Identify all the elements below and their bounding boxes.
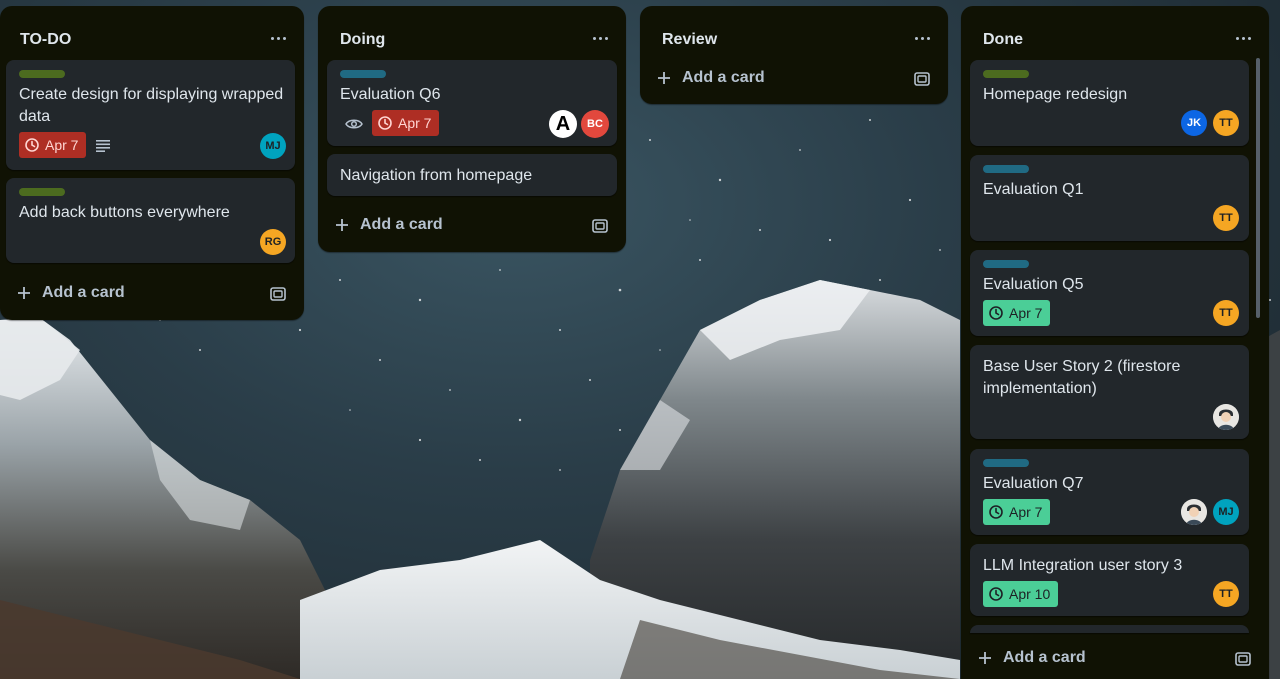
avatar[interactable]: TT: [1213, 300, 1239, 326]
card-title: Navigation from homepage: [340, 167, 533, 184]
avatar[interactable]: MJ: [260, 133, 286, 159]
clock-icon: [989, 587, 1003, 601]
due-date-text: Apr 7: [1009, 305, 1043, 321]
due-date-badge[interactable]: Apr 7: [983, 499, 1051, 525]
card-title: Add back buttons everywhere: [19, 204, 230, 221]
avatar-photo[interactable]: [1181, 499, 1207, 525]
label-blue[interactable]: [983, 260, 1029, 268]
plus-icon: [336, 219, 348, 231]
plus-icon: [658, 72, 670, 84]
card-create-design[interactable]: Create design for displaying wrapped dat…: [6, 60, 295, 170]
due-date-badge[interactable]: Apr 7: [19, 132, 87, 158]
add-card-button[interactable]: Add a card: [8, 278, 296, 310]
label-green[interactable]: [19, 70, 65, 78]
due-date-badge[interactable]: Apr 10: [983, 581, 1059, 607]
card-title: Base User Story 2 (firestore implementat…: [983, 358, 1181, 397]
label-green[interactable]: [19, 188, 65, 196]
label-blue[interactable]: [983, 459, 1029, 467]
add-card-button[interactable]: Add a card: [326, 210, 618, 242]
avatar[interactable]: RG: [260, 229, 286, 255]
list-title[interactable]: TO-DO: [20, 31, 71, 49]
add-card-button[interactable]: Add a card: [648, 63, 940, 95]
avatar[interactable]: BC: [581, 110, 609, 138]
list-todo: TO-DO Create design for displaying wrapp…: [0, 6, 304, 320]
label-blue[interactable]: [340, 70, 386, 78]
card-evaluation-q6[interactable]: Evaluation Q6 Apr 7 A BC: [327, 60, 617, 146]
card-evaluation-q5[interactable]: Evaluation Q5 Apr 7 TT: [970, 250, 1249, 336]
description-icon: [96, 140, 110, 152]
card-title: Evaluation Q1: [983, 181, 1084, 198]
more-icon[interactable]: [908, 26, 936, 50]
card-homepage-redesign[interactable]: Homepage redesign JK TT: [970, 60, 1249, 146]
avatar[interactable]: TT: [1213, 110, 1239, 136]
list-header: Review: [640, 6, 948, 66]
due-date-text: Apr 10: [1009, 586, 1051, 602]
list-title[interactable]: Doing: [340, 31, 385, 49]
template-icon[interactable]: [592, 219, 608, 233]
eye-icon: [345, 119, 363, 129]
avatar[interactable]: JK: [1181, 110, 1207, 136]
card-base-user-story-2[interactable]: Base User Story 2 (firestore implementat…: [970, 345, 1249, 439]
add-card-label: Add a card: [682, 69, 765, 86]
clock-icon: [989, 306, 1003, 320]
more-icon[interactable]: [264, 26, 292, 50]
clock-icon: [378, 116, 392, 130]
card-evaluation-q1[interactable]: Evaluation Q1 TT: [970, 155, 1249, 241]
due-date-text: Apr 7: [398, 115, 432, 131]
avatar[interactable]: TT: [1213, 205, 1239, 231]
card-navigation-homepage[interactable]: Navigation from homepage: [327, 154, 617, 196]
card-title: Homepage redesign: [983, 86, 1128, 103]
avatar-photo[interactable]: [1213, 404, 1239, 430]
more-icon[interactable]: [586, 26, 614, 50]
avatar[interactable]: A: [549, 110, 577, 138]
add-card-label: Add a card: [1003, 649, 1086, 666]
more-icon[interactable]: [1229, 26, 1257, 50]
list-doing: Doing Evaluation Q6 Apr 7 A BC Navigatio…: [318, 6, 626, 252]
due-date-text: Apr 7: [1009, 504, 1043, 520]
card-add-back-buttons[interactable]: Add back buttons everywhere RG: [6, 178, 295, 263]
template-icon[interactable]: [1235, 652, 1251, 666]
add-card-button[interactable]: Add a card: [969, 643, 1261, 675]
card-title: Evaluation Q7: [983, 475, 1084, 492]
list-header: Doing: [318, 6, 626, 66]
avatar[interactable]: MJ: [1213, 499, 1239, 525]
label-green[interactable]: [983, 70, 1029, 78]
card-title: Evaluation Q5: [983, 276, 1084, 293]
card-title: LLM Integration user story 3: [983, 557, 1183, 574]
clock-icon: [989, 505, 1003, 519]
due-date-badge[interactable]: Apr 7: [372, 110, 440, 136]
list-header: Done: [961, 6, 1269, 66]
list-header: TO-DO: [0, 6, 304, 66]
scrollbar[interactable]: [1256, 58, 1260, 318]
due-date-badge[interactable]: Apr 7: [983, 300, 1051, 326]
plus-icon: [18, 287, 30, 299]
add-card-label: Add a card: [42, 284, 125, 301]
due-date-text: Apr 7: [45, 137, 79, 153]
card-title: Create design for displaying wrapped dat…: [19, 86, 284, 125]
list-title[interactable]: Done: [983, 31, 1023, 49]
template-icon[interactable]: [914, 72, 930, 86]
list-done: Done Homepage redesign JK TT Evaluation …: [961, 6, 1269, 679]
label-blue[interactable]: [983, 165, 1029, 173]
add-card-label: Add a card: [360, 216, 443, 233]
board: TO-DO Create design for displaying wrapp…: [0, 0, 1280, 679]
list-review: Review Add a card: [640, 6, 948, 104]
avatar[interactable]: TT: [1213, 581, 1239, 607]
template-icon[interactable]: [270, 287, 286, 301]
card-partial[interactable]: [970, 625, 1249, 633]
plus-icon: [979, 652, 991, 664]
card-evaluation-q7[interactable]: Evaluation Q7 Apr 7 MJ: [970, 449, 1249, 535]
clock-icon: [25, 138, 39, 152]
card-llm-integration[interactable]: LLM Integration user story 3 Apr 10 TT: [970, 544, 1249, 616]
card-title: Evaluation Q6: [340, 86, 441, 103]
list-title[interactable]: Review: [662, 31, 717, 49]
